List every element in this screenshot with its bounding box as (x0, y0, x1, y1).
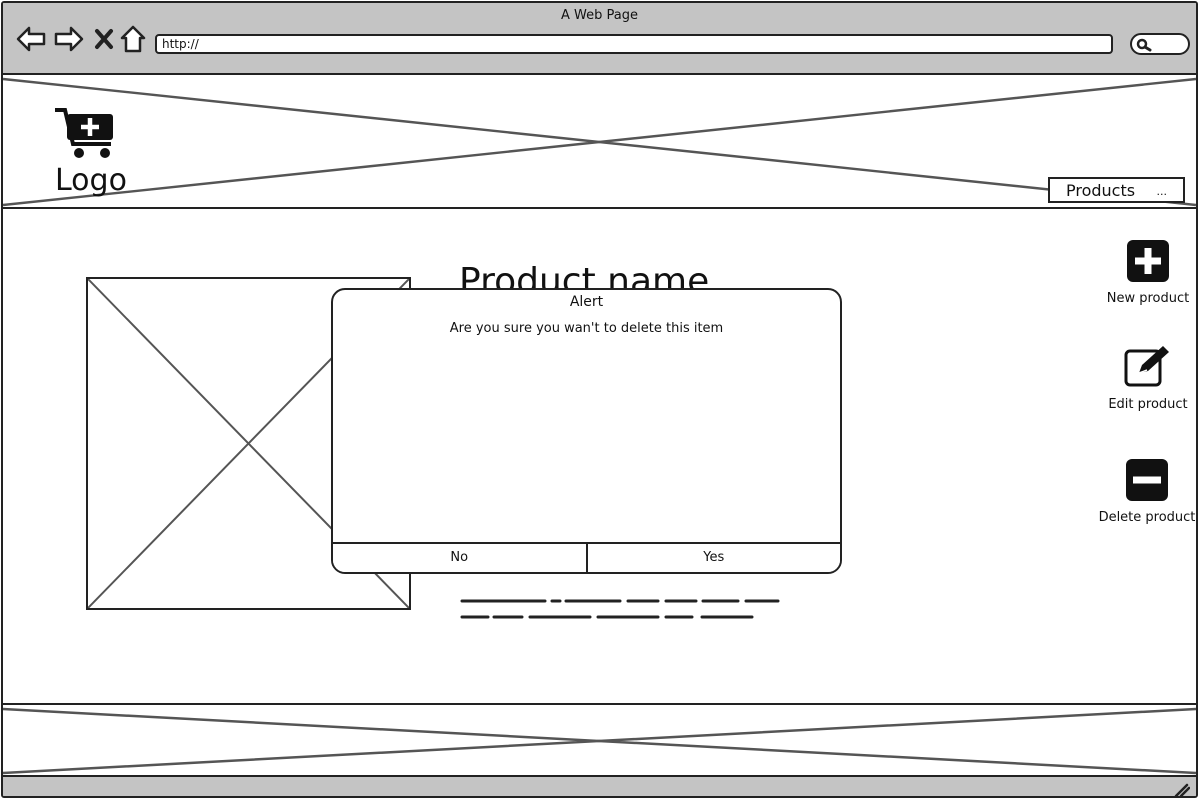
edit-product-label: Edit product (1108, 397, 1188, 412)
plus-icon (1127, 240, 1169, 282)
delete-product-label: Delete product (1098, 510, 1196, 525)
alert-dialog: Alert Are you sure you wan't to delete t… (331, 288, 842, 574)
browser-window: A Web Page http:// Logo Products ... Pro… (1, 1, 1198, 798)
edit-product-button[interactable]: Edit product (1093, 343, 1196, 412)
url-input[interactable]: http:// (155, 34, 1113, 54)
alert-button-bar: No Yes (333, 542, 840, 572)
back-arrow-icon[interactable] (15, 23, 47, 55)
yes-button[interactable]: Yes (587, 544, 840, 572)
product-description-scribble (460, 599, 780, 619)
browser-title: A Web Page (561, 8, 638, 23)
products-menu-label: Products (1066, 181, 1136, 200)
no-button[interactable]: No (333, 544, 588, 572)
new-product-label: New product (1106, 291, 1190, 306)
alert-message: Are you sure you wan't to delete this it… (449, 321, 724, 336)
home-icon[interactable] (117, 23, 149, 55)
cart-plus-icon (55, 108, 113, 158)
minus-icon (1126, 459, 1168, 501)
header-banner (3, 77, 1196, 209)
close-icon[interactable] (88, 23, 120, 55)
logo-text: Logo (55, 163, 127, 198)
alert-title: Alert (569, 294, 604, 310)
products-menu-button[interactable]: Products ... (1048, 177, 1185, 203)
search-icon (1136, 38, 1152, 52)
browser-toolbar: A Web Page http:// (3, 3, 1196, 75)
resize-grip-icon[interactable] (1174, 783, 1190, 797)
footer-banner (3, 707, 1196, 775)
forward-arrow-icon[interactable] (53, 23, 85, 55)
edit-icon (1124, 346, 1169, 387)
status-bar (3, 775, 1196, 797)
products-menu-more: ... (1156, 185, 1168, 198)
delete-product-button[interactable]: Delete product (1092, 458, 1196, 525)
new-product-button[interactable]: New product (1093, 239, 1196, 306)
search-input[interactable] (1130, 33, 1190, 55)
